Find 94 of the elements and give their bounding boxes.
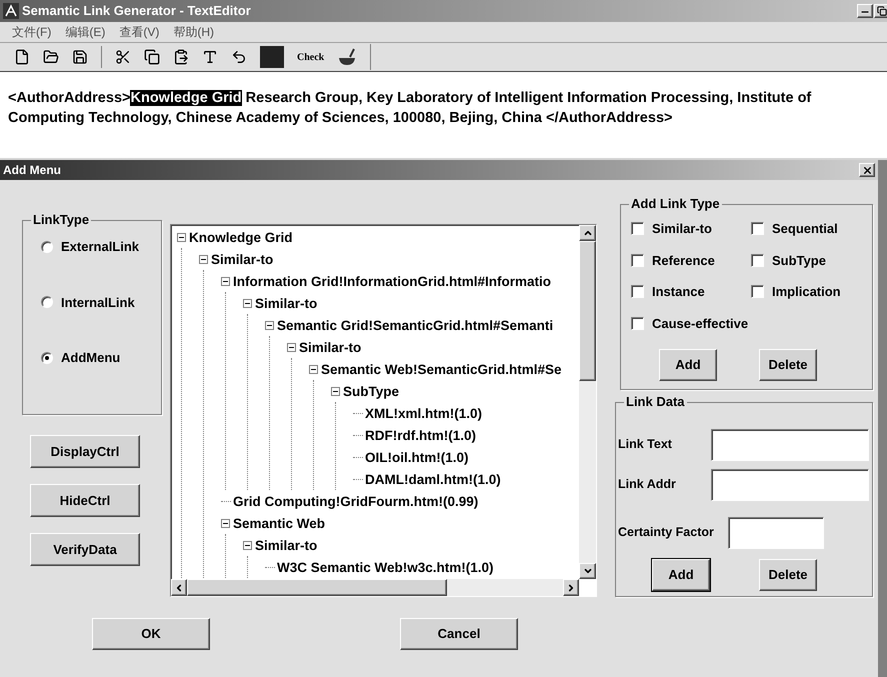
group-title: LinkType — [31, 212, 92, 228]
field-label: Certainty Factor — [618, 524, 714, 542]
paste-icon[interactable] — [173, 49, 189, 65]
dialog-button[interactable]: HideCtrl — [30, 484, 140, 517]
tree-item[interactable]: DAML!daml.htm!(1.0) — [365, 470, 501, 488]
tree-item[interactable]: SubType — [343, 382, 400, 400]
checkbox-label[interactable]: Reference — [652, 250, 715, 270]
radio-label[interactable]: ExternalLink — [61, 237, 140, 256]
minimize-button[interactable] — [857, 4, 873, 18]
tree-item[interactable]: Knowledge Grid — [189, 228, 293, 246]
checkbox[interactable] — [631, 285, 644, 298]
collapse-icon[interactable] — [221, 276, 230, 286]
tree-item[interactable]: W3C Semantic Web!w3c.htm!(1.0) — [277, 558, 494, 576]
field-label: Link Addr — [618, 476, 677, 494]
close-icon[interactable] — [862, 164, 872, 176]
restore-icon[interactable] — [877, 6, 887, 16]
checkbox-label[interactable]: Sequential — [772, 219, 838, 238]
tree-item[interactable]: Similar-to — [299, 338, 362, 356]
tree-item[interactable]: OIL!oil.htm!(1.0) — [365, 448, 468, 466]
checkbox-label[interactable]: Cause-effective — [652, 314, 748, 333]
collapse-icon[interactable] — [331, 386, 340, 396]
radio-label[interactable]: InternalLink — [61, 292, 135, 312]
tree-item[interactable]: Semantic Web — [233, 514, 326, 532]
collapse-icon[interactable] — [199, 254, 208, 264]
dialog-button[interactable]: Add — [652, 558, 710, 590]
collapse-icon[interactable] — [265, 320, 274, 330]
collapse-icon[interactable] — [287, 342, 296, 352]
tree-item[interactable]: Grid Computing!GridFourm.htm!(0.99) — [233, 492, 478, 510]
group-title: Add Link Type — [629, 196, 722, 212]
dialog-button[interactable]: DisplayCtrl — [30, 435, 140, 468]
radio-label[interactable]: AddMenu — [61, 348, 120, 368]
checkbox[interactable] — [751, 254, 764, 267]
checkbox-label[interactable]: Instance — [652, 282, 705, 302]
checkbox[interactable] — [631, 222, 644, 236]
checkbox-label[interactable]: Implication — [772, 282, 841, 302]
dialog-button[interactable]: Add — [659, 349, 717, 381]
vertical-scrollbar[interactable] — [579, 225, 596, 579]
collapse-icon[interactable] — [243, 540, 252, 550]
menu-item[interactable]: 帮助(H) — [173, 23, 214, 41]
tree-item[interactable]: Semantic Web!SemanticGrid.html#Se — [321, 360, 562, 378]
tree-item[interactable]: RDF!rdf.htm!(1.0) — [365, 426, 476, 444]
horizontal-scrollbar[interactable] — [171, 579, 579, 596]
field-label: Link Text — [618, 436, 673, 454]
bowl-icon[interactable] — [337, 47, 358, 67]
radio-button[interactable] — [41, 296, 53, 308]
scroll-down-icon[interactable] — [582, 566, 592, 576]
window-title: Semantic Link Generator - TextEditor — [22, 2, 251, 20]
collapse-icon[interactable] — [177, 232, 186, 242]
dialog-button[interactable]: Delete — [759, 349, 817, 381]
dialog-button[interactable]: OK — [92, 618, 210, 650]
color-swatch[interactable] — [260, 46, 284, 68]
close-button[interactable] — [859, 163, 875, 177]
undo-icon[interactable] — [231, 49, 247, 65]
menu-item[interactable]: 查看(V) — [119, 23, 160, 41]
save-icon[interactable] — [72, 49, 88, 65]
tree-item[interactable]: Similar-to — [255, 294, 318, 312]
group-title: Link Data — [624, 394, 687, 410]
tree-item[interactable]: Similar-to — [211, 250, 274, 268]
app-icon — [3, 3, 19, 19]
new-file-icon[interactable] — [14, 49, 30, 65]
scroll-left-icon[interactable] — [174, 582, 184, 592]
checkbox-label[interactable]: Similar-to — [652, 219, 712, 238]
checkbox[interactable] — [751, 285, 764, 298]
dialog-title: Add Menu — [3, 162, 61, 179]
radio-button[interactable] — [41, 240, 53, 253]
cut-icon[interactable] — [115, 49, 131, 65]
dialog-button[interactable]: Delete — [759, 558, 817, 590]
dialog-button[interactable]: VerifyData — [30, 533, 140, 566]
collapse-icon[interactable] — [243, 298, 252, 308]
tree-item[interactable]: Semantic Grid!SemanticGrid.html#Semanti — [277, 316, 554, 334]
scroll-right-icon[interactable] — [566, 582, 576, 592]
restore-button[interactable] — [874, 4, 887, 18]
tree-item[interactable]: Similar-to — [255, 536, 318, 554]
checkbox-label[interactable]: SubType — [772, 250, 826, 270]
menu-item[interactable]: 文件(F) — [12, 23, 52, 41]
text-field[interactable] — [711, 468, 869, 500]
menu-item[interactable]: 编辑(E) — [65, 23, 106, 41]
radio-button[interactable] — [41, 352, 53, 364]
text-field[interactable] — [728, 516, 824, 548]
dialog-button[interactable]: Cancel — [400, 618, 518, 650]
copy-icon[interactable] — [144, 49, 160, 65]
editor-text: <AuthorAddress>Knowledge Grid Research Group, Key Laboratory of Intelligent Information Processing, Institute of Computing Technology, Chinese Academy of Sciences, 100080, Bejing, China </AuthorAddress> — [8, 89, 812, 128]
checkbox[interactable] — [751, 222, 764, 236]
open-folder-icon[interactable] — [43, 49, 59, 65]
checkbox[interactable] — [631, 254, 644, 267]
text-icon[interactable] — [202, 49, 218, 65]
checkbox[interactable] — [631, 316, 644, 330]
tree-item[interactable]: XML!xml.htm!(1.0) — [365, 404, 482, 422]
check-button[interactable]: Check — [297, 50, 324, 64]
tree-item[interactable]: Information Grid!InformationGrid.html#Informatio — [233, 272, 551, 290]
scroll-up-icon[interactable] — [582, 228, 592, 238]
collapse-icon[interactable] — [309, 364, 318, 374]
collapse-icon[interactable] — [221, 518, 230, 528]
text-field[interactable] — [711, 428, 869, 460]
